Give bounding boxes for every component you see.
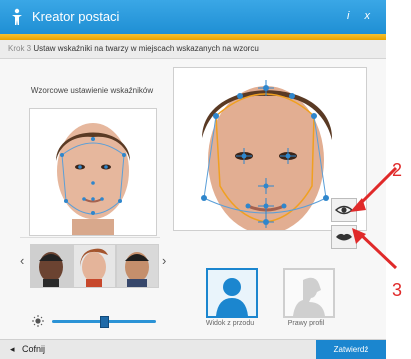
reference-title: Wzorcowe ustawienie wskaźników — [30, 86, 154, 95]
view-right-profile-button[interactable] — [283, 268, 335, 318]
reference-face-image — [29, 108, 157, 236]
footer-bar: ◂ Cofnij Zatwierdź — [0, 339, 386, 359]
figure-icon — [12, 8, 22, 25]
window-controls[interactable]: i x — [347, 10, 376, 22]
chevron-left-icon[interactable]: ‹ — [20, 253, 24, 268]
face-thumbnail[interactable] — [73, 244, 116, 288]
step-bar: Krok 3 Ustaw wskaźniki na twarzy w miejs… — [0, 40, 386, 59]
callout-number-3: 3 — [392, 280, 403, 300]
brightness-slider[interactable] — [30, 315, 160, 328]
step-number: Krok 3 — [8, 44, 32, 53]
slider-knob[interactable] — [100, 316, 109, 328]
chevron-right-icon[interactable]: › — [162, 253, 166, 268]
chevron-left-icon[interactable]: ◂ — [10, 344, 15, 355]
face-thumbnail[interactable] — [116, 244, 159, 288]
divider — [20, 237, 160, 238]
view-front-button[interactable] — [206, 268, 258, 318]
step-instruction: Ustaw wskaźniki na twarzy w miejscach ws… — [33, 44, 259, 53]
view-front-label: Widok z przodu — [205, 320, 255, 327]
sun-icon — [32, 315, 44, 327]
window-title: Kreator postaci — [32, 9, 120, 24]
callout-number-2: 2 — [392, 160, 403, 180]
title-bar: Kreator postaci i x — [0, 0, 386, 34]
face-thumbnails — [30, 244, 159, 288]
view-right-profile-label: Prawy profil — [287, 320, 325, 327]
face-thumbnail[interactable] — [30, 244, 73, 288]
confirm-button[interactable]: Zatwierdź — [316, 340, 386, 359]
back-button[interactable]: Cofnij — [22, 344, 45, 354]
